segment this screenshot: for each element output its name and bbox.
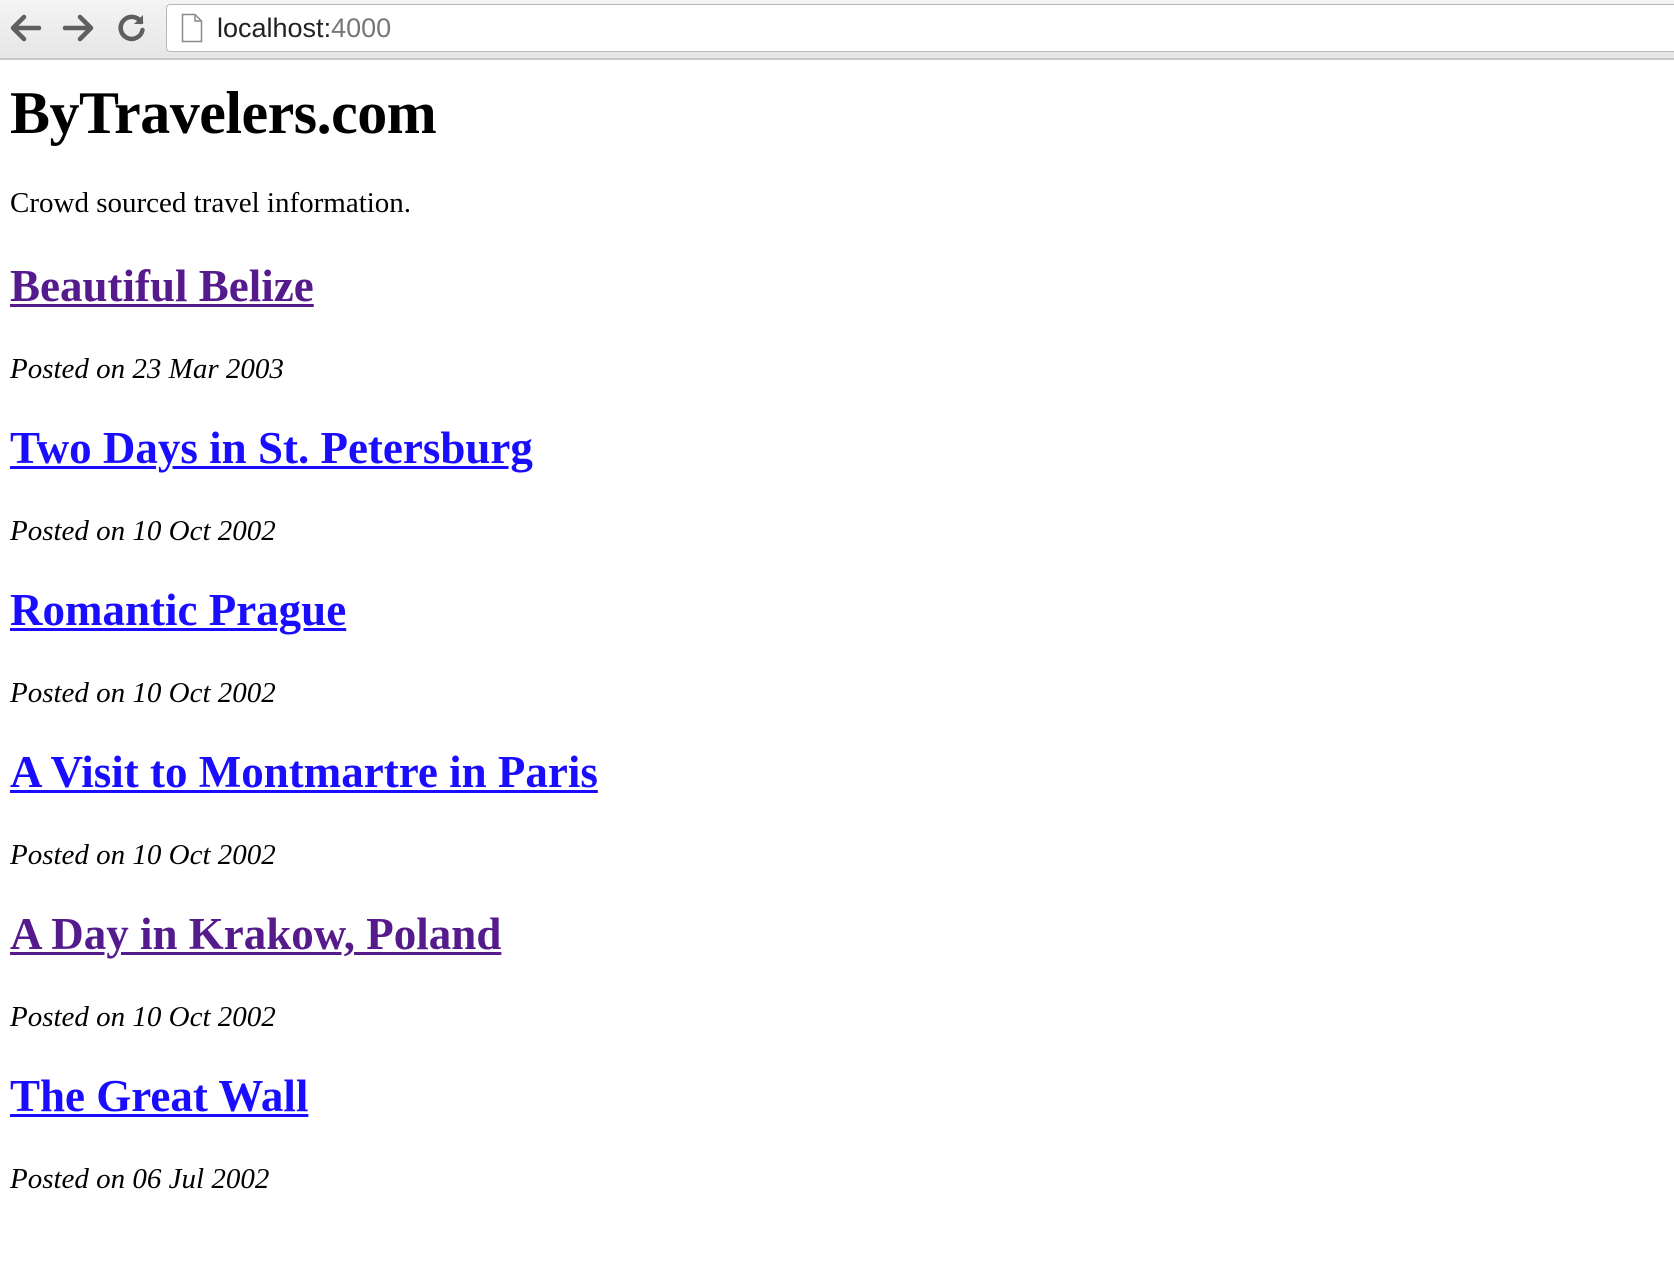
post-title-link[interactable]: A Visit to Montmartre in Paris [10,747,598,797]
tagline: Crowd sourced travel information. [10,187,412,219]
post-item: A Visit to Montmartre in Paris Posted on … [10,746,1660,872]
address-bar[interactable]: localhost:4000 [166,4,1674,52]
post-item: Two Days in St. Petersburg Posted on 10 O… [10,422,1660,548]
post-title-link[interactable]: Romantic Prague [10,585,346,635]
post-title: Romantic Prague [10,584,1660,636]
reload-icon [118,14,145,42]
post-date: Posted on 06 Jul 2002 [10,1163,270,1195]
post-date: Posted on 10 Oct 2002 [10,515,276,547]
post-item: A Day in Krakow, Poland Posted on 10 Oct … [10,908,1660,1034]
post-date: Posted on 23 Mar 2003 [10,353,284,385]
post-title: A Visit to Montmartre in Paris [10,746,1660,798]
url-host: localhost: [217,12,332,43]
forward-arrow-icon [62,14,94,42]
browser-toolbar: localhost:4000 [0,0,1674,60]
page-content: ByTravelers.com Crowd sourced travel inf… [10,62,1660,1196]
post-date: Posted on 10 Oct 2002 [10,839,276,871]
post-item: Beautiful Belize Posted on 23 Mar 2003 [10,260,1660,386]
site-title: ByTravelers.com [10,80,437,146]
post-title-link[interactable]: A Day in Krakow, Poland [10,909,501,959]
post-list: Beautiful Belize Posted on 23 Mar 2003 Two… [10,260,1660,1196]
page-icon [181,13,203,43]
post-title: Two Days in St. Petersburg [10,422,1660,474]
post-date: Posted on 10 Oct 2002 [10,1001,276,1033]
post-title: The Great Wall [10,1070,1660,1122]
reload-button[interactable] [112,10,152,46]
url-port: 4000 [331,12,392,43]
post-title-link[interactable]: Beautiful Belize [10,261,314,311]
post-title: Beautiful Belize [10,260,1660,312]
back-arrow-icon [10,14,42,42]
post-date: Posted on 10 Oct 2002 [10,677,276,709]
forward-button[interactable] [58,10,98,46]
url-text: localhost:4000 [217,13,391,44]
post-item: The Great Wall Posted on 06 Jul 2002 [10,1070,1660,1196]
post-title: A Day in Krakow, Poland [10,908,1660,960]
post-title-link[interactable]: Two Days in St. Petersburg [10,423,533,473]
post-title-link[interactable]: The Great Wall [10,1071,308,1121]
back-button[interactable] [6,10,46,46]
post-item: Romantic Prague Posted on 10 Oct 2002 [10,584,1660,710]
